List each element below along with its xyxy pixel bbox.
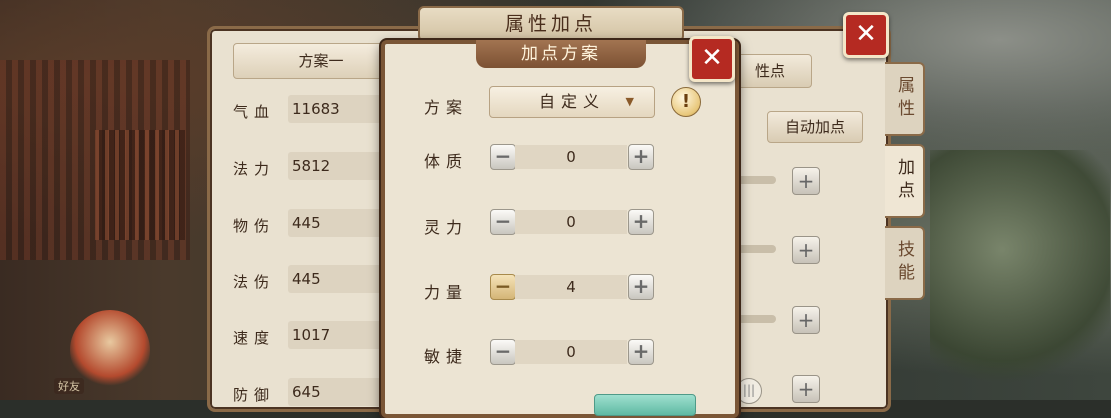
slider-handle[interactable]: |||	[736, 378, 762, 404]
stat-label-constitution: 体质	[424, 152, 469, 171]
minus-icon[interactable]: −	[490, 339, 516, 365]
stat-value-constitution: 0	[515, 145, 627, 169]
plus-icon[interactable]: +	[792, 236, 820, 264]
dialog-title: 加点方案	[476, 40, 646, 68]
pet-label: 好友	[54, 378, 84, 394]
attr-label: 防御	[233, 386, 276, 404]
stat-value-strength: 4	[515, 275, 627, 299]
slider-track[interactable]	[736, 315, 776, 323]
stat-label-agility: 敏捷	[424, 347, 469, 366]
attr-row-defense: 防御 645	[233, 378, 412, 406]
minus-icon[interactable]: −	[490, 274, 516, 300]
attribute-points-button[interactable]: 性点	[728, 54, 812, 88]
confirm-button[interactable]	[594, 394, 696, 416]
plus-icon[interactable]: +	[628, 209, 654, 235]
plus-icon[interactable]: +	[792, 167, 820, 195]
stat-label-strength: 力量	[424, 283, 469, 302]
stat-label-spirit: 灵力	[424, 218, 469, 237]
scheme-label: 方案	[424, 98, 469, 117]
minus-icon[interactable]: −	[490, 144, 516, 170]
background-tree	[930, 150, 1110, 400]
slider-track[interactable]	[736, 245, 776, 253]
plus-icon[interactable]: +	[628, 274, 654, 300]
tab-attributes[interactable]: 属性	[885, 62, 925, 136]
plus-icon[interactable]: +	[792, 375, 820, 403]
attr-label: 物伤	[233, 217, 276, 235]
attr-row-magic-damage: 法伤 445	[233, 265, 412, 293]
info-icon[interactable]: !	[671, 87, 701, 117]
auto-allocate-button[interactable]: 自动加点	[767, 111, 863, 143]
dialog-close-icon[interactable]: ✕	[689, 36, 735, 82]
panel-title: 属性加点	[418, 6, 684, 42]
panel-close-icon[interactable]: ✕	[843, 12, 889, 58]
scheme-select[interactable]: 自定义 ▼	[489, 86, 655, 118]
attr-label: 法力	[233, 160, 276, 178]
chevron-down-icon: ▼	[625, 95, 634, 108]
attr-row-mp: 法力 5812	[233, 152, 412, 180]
plus-icon[interactable]: +	[628, 339, 654, 365]
scheme-select-value: 自定义	[538, 92, 605, 111]
stat-value-spirit: 0	[515, 210, 627, 234]
plus-icon[interactable]: +	[792, 306, 820, 334]
tab-skills[interactable]: 技能	[885, 226, 925, 300]
minus-icon[interactable]: −	[490, 209, 516, 235]
attr-row-physical-damage: 物伤 445	[233, 209, 412, 237]
attr-label: 法伤	[233, 273, 276, 291]
attr-label: 气血	[233, 103, 276, 121]
background-fence	[95, 130, 185, 240]
attr-row-hp: 气血 11683	[233, 95, 412, 123]
attr-row-speed: 速度 1017	[233, 321, 412, 349]
plus-icon[interactable]: +	[628, 144, 654, 170]
stat-value-agility: 0	[515, 340, 627, 364]
slider-track[interactable]	[736, 176, 776, 184]
attr-label: 速度	[233, 329, 276, 347]
tab-add-points[interactable]: 加点	[885, 144, 925, 218]
